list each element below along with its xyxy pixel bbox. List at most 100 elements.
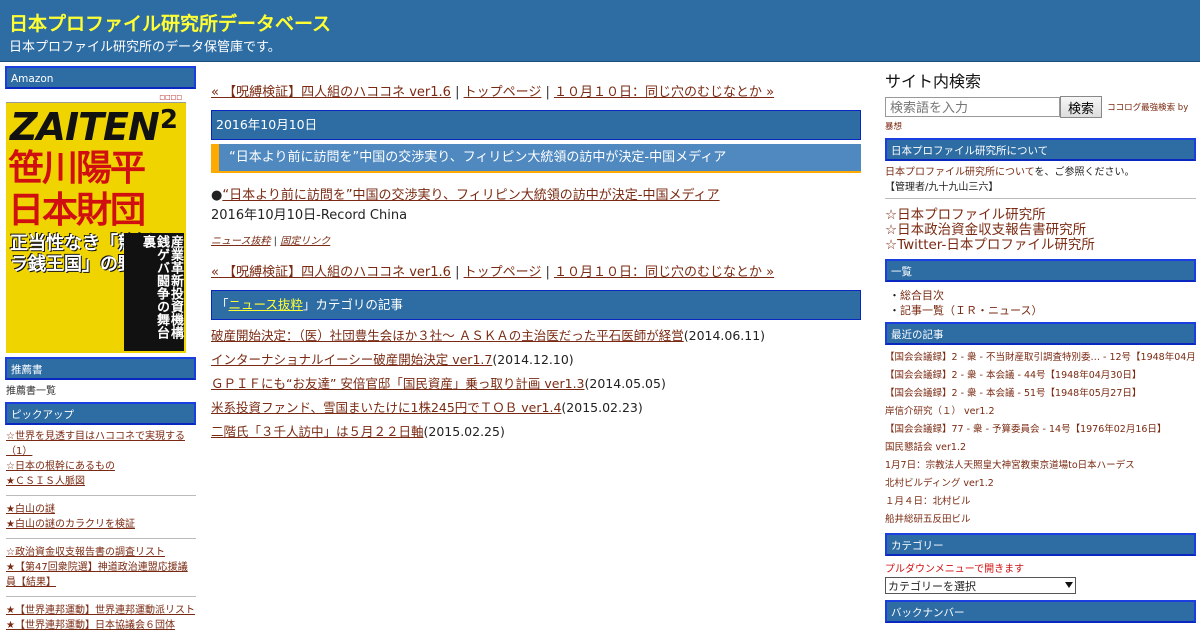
book-cover-image[interactable]: □□□□ ZAITEN 2 笹川陽平 日本財団 正当性なき「競艇テラ銭王国」の野…	[6, 93, 186, 353]
left-sidebar: Amazon □□□□ ZAITEN 2 笹川陽平 日本財団 正当性なき「競艇テ…	[5, 66, 196, 630]
pickup-heading: ピックアップ	[5, 402, 196, 425]
site-title[interactable]: 日本プロファイル研究所データベース	[9, 9, 331, 36]
list-item: ☆日本プロファイル研究所	[885, 208, 1196, 223]
cat-prefix: 「	[216, 297, 229, 312]
category-article-link[interactable]: 二階氏「３千人訪中」は５月２２日軸	[211, 424, 424, 439]
pickup-link[interactable]: ★【第47回衆院選】神道政治連盟応援議員【結果】	[6, 560, 196, 590]
article-date: (2014.12.10)	[492, 352, 574, 367]
admin-name: 【管理者/九十九山三六】	[885, 182, 999, 193]
search-button[interactable]: 検索	[1060, 96, 1102, 118]
next-entry-link[interactable]: １０月１０日：同じ穴のむじなとか »	[554, 85, 774, 100]
main-content: « 【呪縛検証】四人組のハココネ ver1.6 | トップページ | １０月１０…	[211, 66, 861, 444]
dropdown-arrow-icon	[1065, 582, 1073, 588]
next-entry-link[interactable]: １０月１０日：同じ穴のむじなとか »	[554, 265, 774, 280]
category-select-value: カテゴリーを選択	[888, 580, 976, 593]
about-text: を、ご参照ください。	[1034, 167, 1135, 178]
bullet: ●	[211, 188, 223, 203]
category-link[interactable]: ニュース抜粋	[229, 297, 303, 312]
permalink-link[interactable]: 固定リンク	[280, 236, 330, 247]
date-header: 2016年10月10日	[211, 110, 861, 140]
pickup-link[interactable]: ☆政治資金収支報告書の調査リスト	[6, 545, 196, 560]
recent-article-link[interactable]: 1月7日：宗教法人天照皇大神宮教東京道場to日本ハーデス	[885, 457, 1196, 475]
site-banner: 日本プロファイル研究所データベース 日本プロファイル研究所のデータ保管庫です。	[0, 0, 1200, 62]
search-note-2[interactable]: 暴想	[885, 120, 1196, 132]
pickup-link[interactable]: ★白山の謎	[6, 502, 196, 517]
recent-article-link[interactable]: 岸信介研究（１） ver1.2	[885, 403, 1196, 421]
category-heading: カテゴリー	[885, 533, 1196, 556]
search-title: サイト内検索	[885, 72, 982, 91]
article-date: (2015.02.23)	[561, 400, 643, 415]
article-date: (2014.05.05)	[584, 376, 666, 391]
recent-article-link[interactable]: 船井総研五反田ビル	[885, 511, 1196, 529]
article-date: (2014.06.11)	[683, 328, 766, 343]
index-list: ・総合目次 ・記事一覧（ＩＲ・ニュース）	[885, 282, 1196, 322]
about-link[interactable]: 日本プロファイル研究所について	[885, 167, 1035, 178]
index-link[interactable]: 記事一覧（ＩＲ・ニュース）	[900, 304, 1042, 317]
pickup-list: ☆世界を見透す目はハココネで実現する（1） ☆日本の根幹にあるもの ★ＣＳＩＳ人脈図…	[5, 425, 196, 630]
recommended-list-link[interactable]: 推薦書一覧	[6, 384, 196, 399]
list-heading: 一覧	[885, 259, 1196, 282]
nav-separator: |	[541, 265, 554, 280]
pickup-link[interactable]: ★【世界連邦運動】日本協議会６団体	[6, 618, 196, 630]
search-note[interactable]: ココログ最強検索 by	[1107, 103, 1188, 113]
nav-separator: |	[541, 85, 554, 100]
list-item: 破産開始決定：（医）社団豊生会ほか３社～ ＡＳＫＡの主治医だった平石医師が経営(…	[211, 324, 861, 348]
nav-separator: |	[450, 265, 464, 280]
list-item: ☆Twitter-日本プロファイル研究所	[885, 238, 1196, 253]
cover-magazine-name: ZAITEN	[10, 105, 160, 149]
recent-article-link[interactable]: 【国会会議録】2 - 衆 - 本会議 - 51号【1948年05月27日】	[885, 385, 1196, 403]
entry-category-link[interactable]: ニュース抜粋	[211, 236, 271, 247]
category-article-link[interactable]: ＧＰＩＦにも“お友達” 安倍官邸「国民資産」乗っ取り計画 ver1.3	[211, 376, 585, 391]
top-page-link[interactable]: トップページ	[464, 265, 542, 280]
list-item: ☆日本政治資金収支報告書研究所	[885, 223, 1196, 238]
external-site-link[interactable]: ☆日本政治資金収支報告書研究所	[885, 222, 1086, 238]
bullet: ・	[889, 289, 900, 302]
prev-entry-link[interactable]: « 【呪縛検証】四人組のハココネ ver1.6	[211, 85, 451, 100]
about-heading: 日本プロファイル研究所について	[885, 138, 1196, 161]
category-select[interactable]: カテゴリーを選択	[885, 577, 1076, 594]
list-item: ＧＰＩＦにも“お友達” 安倍官邸「国民資産」乗っ取り計画 ver1.3(2014…	[211, 372, 861, 396]
pickup-link[interactable]: ★【世界連邦運動】世界連邦運動派リスト	[6, 603, 196, 618]
index-link[interactable]: 総合目次	[900, 289, 944, 302]
footer-separator: |	[270, 236, 281, 247]
category-article-link[interactable]: 破産開始決定：（医）社団豊生会ほか３社～ ＡＳＫＡの主治医だった平石医師が経営	[211, 328, 684, 343]
recent-article-link[interactable]: １月４日：北村ビル	[885, 493, 1196, 511]
cover-issue-number: 2	[159, 105, 178, 135]
entry-title: “日本より前に訪問を”中国の交渉実り、フィリピン大統領の訪中が決定-中国メディア	[211, 144, 861, 173]
amazon-heading: Amazon	[5, 66, 196, 89]
entry-article-link[interactable]: “日本より前に訪問を”中国の交渉実り、フィリピン大統領の訪中が決定-中国メディア	[222, 188, 719, 203]
search-row: 検索 ココログ最強検索 by	[885, 96, 1196, 118]
recent-article-link[interactable]: 【国会会議録】2 - 衆 - 本会議 - 44号【1948年04月30日】	[885, 367, 1196, 385]
cat-suffix: 」カテゴリの記事	[302, 297, 403, 312]
list-item: インターナショナルイーシー破産開始決定 ver1.7(2014.12.10)	[211, 348, 861, 372]
list-item: 二階氏「３千人訪中」は５月２２日軸(2015.02.25)	[211, 420, 861, 444]
right-sidebar: サイト内検索 検索 ココログ最強検索 by 暴想 日本プロファイル研究所について…	[885, 66, 1196, 630]
list-item: 米系投資ファンド、雪国まいたけに1株245円でＴＯＢ ver1.4(2015.0…	[211, 396, 861, 420]
cover-headline-1: 笹川陽平	[8, 148, 146, 189]
cover-top-band: □□□□	[6, 93, 186, 103]
category-article-link[interactable]: インターナショナルイーシー破産開始決定 ver1.7	[211, 352, 492, 367]
recent-article-link[interactable]: 【国会会議録】2 - 衆 - 不当財産取引調査特別委… - 12号【1948年0…	[885, 349, 1196, 367]
list-item: ・総合目次	[889, 288, 1196, 303]
pickup-link[interactable]: ☆世界を見透す目はハココネで実現する（1）	[6, 429, 196, 459]
search-input[interactable]	[885, 97, 1060, 117]
about-section: 日本プロファイル研究所についてを、ご参照ください。 【管理者/九十九山三六】	[885, 161, 1196, 199]
entry-source: 2016年10月10日-Record China	[211, 208, 408, 223]
site-description: 日本プロファイル研究所のデータ保管庫です。	[9, 40, 281, 55]
recent-article-link[interactable]: 北村ビルディング ver1.2	[885, 475, 1196, 493]
top-page-link[interactable]: トップページ	[464, 85, 542, 100]
pickup-link[interactable]: ☆日本の根幹にあるもの	[6, 459, 196, 474]
recent-article-link[interactable]: 【国会会議録】77 - 衆 - 予算委員会 - 14号【1976年02月16日】	[885, 421, 1196, 439]
bullet: ・	[889, 304, 900, 317]
recommended-heading: 推薦書	[5, 357, 196, 380]
external-site-link[interactable]: ☆日本プロファイル研究所	[885, 207, 1046, 223]
entry-footer: ニュース抜粋 | 固定リンク	[211, 232, 861, 247]
pickup-link[interactable]: ★白山の謎のカラクリを検証	[6, 517, 196, 532]
prev-entry-link[interactable]: « 【呪縛検証】四人組のハココネ ver1.6	[211, 265, 451, 280]
pickup-link[interactable]: ★ＣＳＩＳ人脈図	[6, 474, 196, 489]
external-site-link[interactable]: ☆Twitter-日本プロファイル研究所	[885, 237, 1095, 253]
star-links: ☆日本プロファイル研究所 ☆日本政治資金収支報告書研究所 ☆Twitter-日本プロ…	[885, 202, 1196, 253]
backnumber-heading: バックナンバー	[885, 600, 1196, 623]
recent-article-link[interactable]: 国民懇話会 ver1.2	[885, 439, 1196, 457]
category-article-link[interactable]: 米系投資ファンド、雪国まいたけに1株245円でＴＯＢ ver1.4	[211, 400, 561, 415]
